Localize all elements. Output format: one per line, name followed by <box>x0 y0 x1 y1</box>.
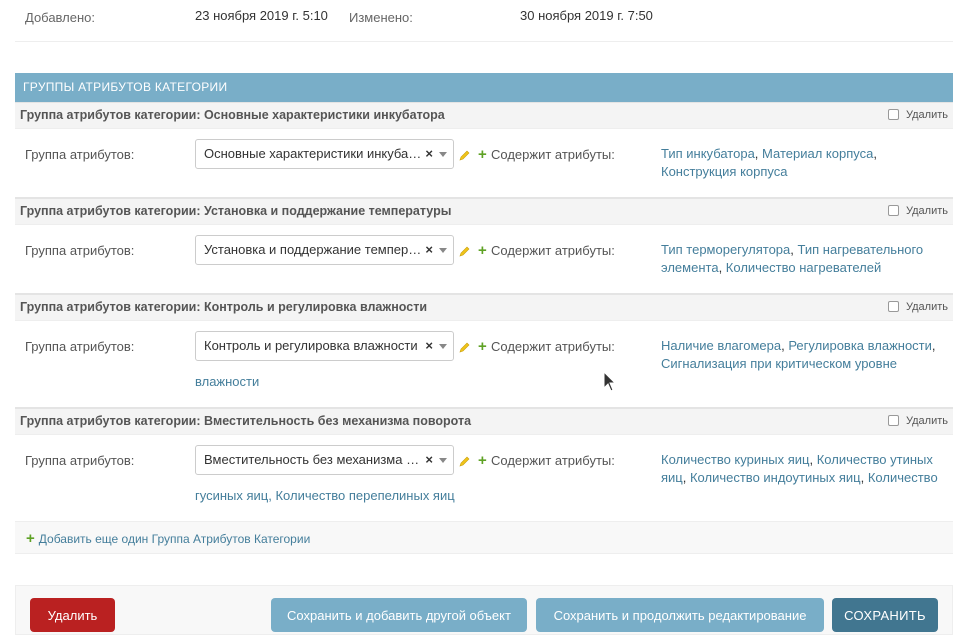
chevron-down-icon[interactable] <box>439 248 447 253</box>
attribute-link[interactable]: Количество куриных яиц <box>661 452 809 467</box>
save-button[interactable]: СОХРАНИТЬ <box>832 598 938 632</box>
add-icon[interactable]: + <box>26 530 35 547</box>
attribute-links-2: Тип терморегулятора, Тип нагревательного… <box>661 242 924 275</box>
mouse-cursor-icon <box>603 371 617 392</box>
added-label: Добавлено: <box>25 10 96 25</box>
chevron-down-icon[interactable] <box>439 458 447 463</box>
delete-checkbox-4[interactable]: Удалить <box>888 409 948 434</box>
attribute-link[interactable]: Сигнализация при критическом уровне <box>661 356 897 371</box>
pencil-icon[interactable] <box>459 245 471 257</box>
attribute-link[interactable]: Количество нагревателей <box>726 260 881 275</box>
attribute-links-4: Количество куриных яиц, Количество утины… <box>661 452 938 485</box>
add-related-icon[interactable]: + <box>478 339 487 354</box>
add-another-link[interactable]: Добавить еще один Группа Атрибутов Катег… <box>39 532 311 546</box>
clear-icon[interactable]: × <box>425 332 433 360</box>
inline-section-title: ГРУППЫ АТРИБУТОВ КАТЕГОРИИ <box>15 73 953 102</box>
attribute-link-overflow: влажности <box>195 374 259 389</box>
clear-icon[interactable]: × <box>425 140 433 168</box>
delete-checkbox-2[interactable]: Удалить <box>888 199 948 224</box>
contains-label: Содержит атрибуты: <box>491 453 615 468</box>
clear-icon[interactable]: × <box>425 236 433 264</box>
save-and-add-another-button[interactable]: Сохранить и добавить другой объект <box>271 598 527 632</box>
add-related-icon[interactable]: + <box>478 453 487 468</box>
attribute-group-select-3[interactable]: Контроль и регулировка влажности × <box>195 331 454 361</box>
pencil-icon[interactable] <box>459 455 471 467</box>
pencil-icon[interactable] <box>459 341 471 353</box>
attribute-link[interactable]: влажности <box>195 374 259 389</box>
added-value: 23 ноября 2019 г. 5:10 <box>195 8 328 23</box>
delete-checkbox-1[interactable]: Удалить <box>888 103 948 128</box>
attribute-link[interactable]: Регулировка влажности <box>788 338 932 353</box>
modified-label: Изменено: <box>349 10 413 25</box>
checkbox-icon[interactable] <box>888 301 899 312</box>
attribute-link[interactable]: Конструкция корпуса <box>661 164 787 179</box>
chevron-down-icon[interactable] <box>439 344 447 349</box>
select-value: Установка и поддержание темпер… <box>204 242 422 257</box>
group-title: Группа атрибутов категории: Вместительно… <box>20 414 472 428</box>
attribute-link[interactable]: Наличие влагомера <box>661 338 781 353</box>
attribute-group-select-2[interactable]: Установка и поддержание темпер… × <box>195 235 454 265</box>
add-related-icon[interactable]: + <box>478 147 487 162</box>
pencil-icon[interactable] <box>459 149 471 161</box>
group-header-1: Группа атрибутов категории: Основные хар… <box>15 102 953 129</box>
attribute-link[interactable]: Тип терморегулятора <box>661 242 790 257</box>
attribute-links-1: Тип инкубатора, Материал корпуса, Констр… <box>661 146 877 179</box>
delete-button[interactable]: Удалить <box>30 598 115 632</box>
add-related-icon[interactable]: + <box>478 243 487 258</box>
field-label: Группа атрибутов: <box>25 243 135 258</box>
select-value: Контроль и регулировка влажности <box>204 338 418 353</box>
modified-value: 30 ноября 2019 г. 7:50 <box>520 8 653 23</box>
clear-icon[interactable]: × <box>425 446 433 474</box>
field-label: Группа атрибутов: <box>25 339 135 354</box>
delete-label: Удалить <box>906 205 948 217</box>
checkbox-icon[interactable] <box>888 205 899 216</box>
group-header-4: Группа атрибутов категории: Вместительно… <box>15 408 953 435</box>
delete-checkbox-3[interactable]: Удалить <box>888 295 948 320</box>
attribute-group-select-4[interactable]: Вместительность без механизма п… × <box>195 445 454 475</box>
chevron-down-icon[interactable] <box>439 152 447 157</box>
select-value: Вместительность без механизма п… <box>204 452 424 467</box>
attribute-links-3: Наличие влагомера, Регулировка влажности… <box>661 338 936 371</box>
contains-label: Содержит атрибуты: <box>491 147 615 162</box>
attribute-link[interactable]: Материал корпуса <box>762 146 873 161</box>
field-label: Группа атрибутов: <box>25 453 135 468</box>
delete-label: Удалить <box>906 415 948 427</box>
divider <box>15 41 953 42</box>
select-value: Основные характеристики инкуба… <box>204 146 422 161</box>
attribute-group-select-1[interactable]: Основные характеристики инкуба… × <box>195 139 454 169</box>
group-header-3: Группа атрибутов категории: Контроль и р… <box>15 294 953 321</box>
field-label: Группа атрибутов: <box>25 147 135 162</box>
attribute-link[interactable]: Количество индоутиных яиц <box>690 470 861 485</box>
checkbox-icon[interactable] <box>888 109 899 120</box>
delete-label: Удалить <box>906 301 948 313</box>
group-title: Группа атрибутов категории: Контроль и р… <box>20 300 428 314</box>
delete-label: Удалить <box>906 109 948 121</box>
save-and-continue-button[interactable]: Сохранить и продолжить редактирование <box>536 598 824 632</box>
contains-label: Содержит атрибуты: <box>491 339 615 354</box>
attribute-link[interactable]: Количество <box>868 470 938 485</box>
attribute-link-overflow: гусиных яиц, Количество перепелиных яиц <box>195 488 455 503</box>
contains-label: Содержит атрибуты: <box>491 243 615 258</box>
attribute-link[interactable]: гусиных яиц, Количество перепелиных яиц <box>195 488 455 503</box>
group-title: Группа атрибутов категории: Установка и … <box>20 204 452 218</box>
add-another-row[interactable]: + Добавить еще один Группа Атрибутов Кате… <box>15 521 953 554</box>
attribute-link[interactable]: Тип инкубатора <box>661 146 755 161</box>
group-title: Группа атрибутов категории: Основные хар… <box>20 108 445 122</box>
group-header-2: Группа атрибутов категории: Установка и … <box>15 198 953 225</box>
checkbox-icon[interactable] <box>888 415 899 426</box>
